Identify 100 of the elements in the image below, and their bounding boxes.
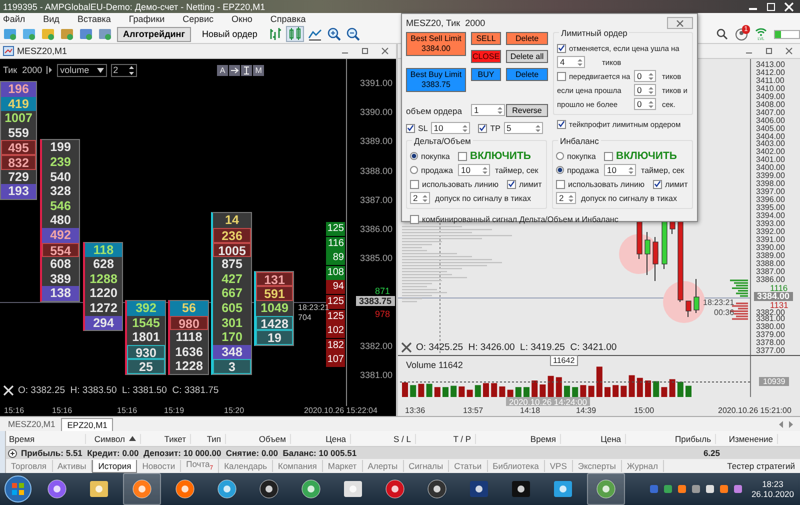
radio-button[interactable] (410, 166, 418, 174)
tray-icon[interactable] (663, 484, 674, 494)
step-field[interactable]: 2 (111, 64, 138, 77)
ring-icon[interactable] (258, 478, 280, 500)
column-header[interactable]: Изменение (716, 434, 778, 444)
circle-icon[interactable] (46, 478, 68, 500)
number-field[interactable]: 10 (604, 164, 636, 176)
number-field[interactable]: 2 (410, 192, 430, 204)
line-chart-icon[interactable] (308, 27, 322, 41)
checkbox[interactable] (507, 180, 516, 188)
scroll-left-icon[interactable] (778, 421, 784, 428)
terminal-tab[interactable]: Эксперты (572, 460, 622, 472)
tray-icon[interactable] (733, 484, 744, 494)
zoom-out-icon[interactable] (346, 27, 360, 41)
number-field[interactable]: 0 (634, 84, 656, 96)
radio-button[interactable] (410, 152, 418, 160)
menu-item[interactable]: Файл (3, 14, 26, 24)
checkbox[interactable] (557, 72, 566, 80)
maximize-icon[interactable] (764, 46, 774, 56)
checkbox[interactable] (604, 152, 613, 160)
close-icon[interactable] (784, 46, 794, 56)
zoom-in-icon[interactable] (327, 27, 342, 41)
number-field[interactable]: 0 (634, 70, 656, 82)
close-icon[interactable] (380, 46, 390, 56)
order-button[interactable]: Delete all (506, 50, 548, 63)
terminal-tab[interactable]: Статьи (449, 460, 488, 472)
maximize-icon[interactable] (764, 2, 778, 12)
number-field[interactable]: 2 (556, 192, 576, 204)
bar-chart-icon[interactable] (268, 27, 282, 41)
text-cursor-icon[interactable] (241, 64, 252, 76)
menu-item[interactable]: Вставка (77, 14, 111, 24)
scroll-right-icon[interactable] (788, 421, 794, 428)
checkbox[interactable] (458, 152, 467, 160)
checkbox[interactable] (410, 214, 419, 224)
chart-tab[interactable]: MESZ20,M1 (2, 417, 62, 431)
candlestick-icon[interactable] (287, 27, 304, 41)
terminal-tab[interactable]: Журнал (622, 460, 664, 472)
strategy-tester-tab[interactable]: Тестер стратегий (727, 461, 800, 471)
search-icon[interactable] (716, 28, 728, 40)
terminal-tab[interactable]: Компания (273, 460, 323, 472)
checkbox[interactable] (410, 180, 419, 188)
menu-item[interactable]: Вид (43, 14, 60, 24)
tool-button[interactable]: A (217, 64, 228, 76)
order-button[interactable]: BUY (471, 68, 501, 81)
order-button[interactable]: Best Sell Limit 3384.00 (406, 32, 466, 56)
terminal-tab[interactable]: Маркет (322, 460, 363, 472)
app-icon[interactable] (174, 478, 196, 500)
column-header[interactable]: Прибыль (626, 434, 716, 444)
close-button[interactable] (667, 17, 693, 29)
checkbox[interactable] (653, 180, 662, 188)
number-field[interactable]: 10 (458, 164, 490, 176)
terminal-tab[interactable]: Торговля (6, 460, 53, 472)
tray-icon[interactable] (691, 484, 702, 494)
column-header[interactable]: Объем (226, 434, 291, 444)
radio-button[interactable] (556, 166, 564, 174)
terminal-tab[interactable]: VPS (544, 460, 573, 472)
column-header[interactable]: Тип (191, 434, 226, 444)
terminal-tab[interactable]: Новости (137, 460, 182, 472)
number-field[interactable]: 10 (430, 122, 470, 134)
tray-icon[interactable] (677, 484, 688, 494)
order-button[interactable]: CLOSE (471, 50, 501, 63)
column-header[interactable]: T / P (416, 434, 476, 444)
checkbox[interactable] (557, 44, 566, 52)
tray-icon[interactable] (719, 484, 730, 494)
tray-icon[interactable] (705, 484, 716, 494)
column-header[interactable]: Цена (561, 434, 626, 444)
terminal-tab[interactable]: Сигналы (404, 460, 450, 472)
column-header[interactable]: Символ (86, 434, 141, 444)
menu-item[interactable]: Графики (128, 14, 165, 24)
order-button[interactable]: SELL (471, 32, 501, 45)
mode-dropdown[interactable]: volume (57, 64, 108, 77)
checkbox[interactable] (557, 120, 566, 128)
order-button[interactable]: Reverse (506, 104, 548, 117)
chart-tab[interactable]: EPZ20,M1 (61, 418, 114, 431)
column-header[interactable]: S / L (351, 434, 416, 444)
radio-button[interactable] (556, 152, 564, 160)
toolbar-button[interactable]: Алготрейдинг (117, 26, 191, 42)
column-header[interactable]: Цена (291, 434, 351, 444)
menu-item[interactable]: Справка (270, 14, 306, 24)
start-button[interactable] (3, 474, 33, 504)
checkbox[interactable] (406, 124, 415, 132)
tool-button[interactable]: M (253, 64, 264, 76)
terminal-tab[interactable]: Библиотека (488, 460, 545, 472)
column-header[interactable]: Тикет (141, 434, 191, 444)
menu-item[interactable]: Сервис (182, 14, 214, 24)
expand-icon[interactable] (8, 448, 17, 458)
checkbox[interactable] (556, 180, 565, 188)
menu-item[interactable]: Окно (232, 14, 252, 24)
terminal-tab[interactable]: История (92, 460, 138, 472)
close-icon[interactable] (782, 2, 796, 12)
play-icon[interactable] (46, 65, 54, 76)
number-field[interactable]: 4 (557, 56, 585, 68)
order-button[interactable]: Delete (506, 32, 548, 45)
number-field[interactable]: 0 (634, 98, 656, 110)
terminal-tab[interactable]: Календарь (219, 460, 273, 472)
number-field[interactable]: 1 (471, 104, 505, 116)
toolbar-button[interactable]: Новый ордер (196, 26, 264, 42)
number-field[interactable]: 5 (504, 122, 543, 134)
order-button[interactable]: Delete (506, 68, 548, 81)
spinner-arrows-icon[interactable] (128, 64, 136, 76)
